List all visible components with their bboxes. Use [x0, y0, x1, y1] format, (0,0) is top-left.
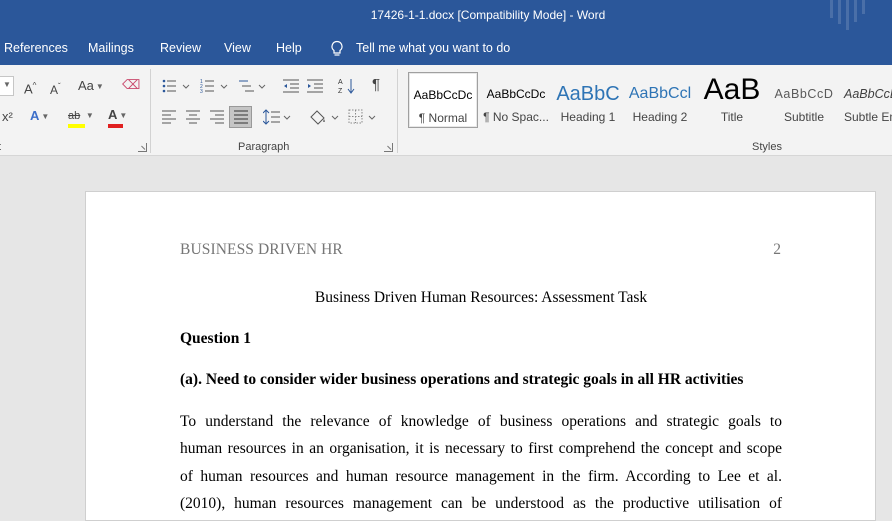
style-sample: AaBbCcDc: [413, 88, 473, 102]
page-number: 2: [773, 241, 781, 258]
group-divider: [150, 69, 151, 153]
line-spacing-icon[interactable]: [263, 109, 293, 125]
font-dialog-launcher-icon[interactable]: [138, 143, 147, 152]
tab-references[interactable]: References: [4, 41, 68, 55]
style-name: Subtle Em: [844, 110, 892, 124]
highlight-button[interactable]: ab ▼: [68, 107, 94, 124]
body-text-line: human resources in an organisation, it i…: [180, 440, 782, 457]
style-name: ¶ No Spac...: [483, 110, 549, 124]
multilevel-list-icon[interactable]: [238, 78, 268, 94]
bullets-icon[interactable]: [162, 78, 192, 94]
align-center-icon[interactable]: [185, 110, 201, 124]
body-text-line: To understand the relevance of knowledge…: [180, 413, 782, 430]
numbering-icon[interactable]: 123: [200, 78, 230, 94]
paragraph-group-label: Paragraph: [238, 141, 290, 153]
highlight-color-swatch: [68, 124, 85, 128]
tab-view[interactable]: View: [224, 41, 251, 55]
chevron-down-icon: ▼: [41, 111, 50, 121]
align-right-icon[interactable]: [209, 110, 225, 124]
change-case-button[interactable]: Aa ▼: [78, 78, 104, 95]
styles-gallery: AaBbCcDc ¶ Normal AaBbCcDc ¶ No Spac... …: [406, 72, 892, 130]
svg-text:Z: Z: [338, 88, 343, 95]
chevron-down-icon: ▼: [119, 110, 128, 120]
style-subtitle[interactable]: AaBbCcD Subtitle: [768, 72, 840, 128]
style-heading-2[interactable]: AaBbCcl Heading 2: [624, 72, 696, 128]
grow-font-button[interactable]: A^: [24, 78, 36, 97]
style-sample: AaBbCcD: [774, 87, 834, 101]
tab-help[interactable]: Help: [276, 41, 302, 55]
font-size-dropdown[interactable]: ▼: [0, 76, 14, 96]
font-color-button[interactable]: A ▼: [108, 107, 127, 124]
body-text-line: of human resources and human resource ma…: [180, 468, 782, 485]
title-bar-decoration: [830, 0, 865, 30]
svg-text:A: A: [338, 79, 343, 86]
ribbon-tab-bar: References Mailings Review View Help Tel…: [0, 33, 892, 65]
group-divider: [397, 69, 398, 153]
borders-icon[interactable]: [348, 108, 380, 126]
ribbon: ▼ A^ Aˇ Aa▼ ⌫ x² A▼ ab ▼ A▼ t 123: [0, 65, 892, 156]
chevron-down-icon: ▼: [3, 80, 11, 89]
tab-mailings[interactable]: Mailings: [88, 41, 134, 55]
question-heading: Question 1: [180, 330, 252, 347]
style-title[interactable]: AaB Title: [696, 72, 768, 128]
style-sample: AaBbC: [556, 83, 620, 105]
style-sample: AaB: [703, 74, 761, 106]
lightbulb-icon[interactable]: [329, 40, 345, 58]
show-formatting-marks-button[interactable]: ¶: [372, 77, 380, 93]
style-sample: AaBbCcDc: [486, 87, 546, 101]
svg-text:3: 3: [200, 89, 203, 94]
style-name: Heading 2: [632, 110, 688, 124]
font-color-swatch: [108, 124, 123, 128]
document-title: Business Driven Human Resources: Assessm…: [314, 289, 648, 306]
tab-review[interactable]: Review: [160, 41, 201, 55]
styles-group-label: Styles: [752, 141, 782, 153]
justify-button[interactable]: [229, 106, 252, 128]
chevron-down-icon: ▼: [95, 81, 104, 91]
running-head: BUSINESS DRIVEN HR: [180, 241, 343, 258]
style-name: ¶ Normal: [418, 111, 468, 125]
document-canvas: BUSINESS DRIVEN HR 2 Business Driven Hum…: [0, 156, 892, 521]
clear-formatting-icon[interactable]: ⌫: [122, 77, 140, 93]
style-no-spacing[interactable]: AaBbCcDc ¶ No Spac...: [480, 72, 552, 128]
style-heading-1[interactable]: AaBbC Heading 1: [552, 72, 624, 128]
increase-indent-icon[interactable]: [306, 78, 324, 94]
style-normal[interactable]: AaBbCcDc ¶ Normal: [408, 72, 478, 128]
style-sample: AaBbCcD: [844, 87, 892, 101]
chevron-down-icon: ▼: [85, 110, 94, 120]
superscript-button[interactable]: x²: [2, 109, 13, 125]
title-bar: 17426-1-1.docx [Compatibility Mode] - Wo…: [0, 0, 892, 33]
document-page[interactable]: BUSINESS DRIVEN HR 2 Business Driven Hum…: [85, 191, 876, 521]
style-sample: AaBbCcl: [628, 85, 692, 102]
font-group-label: t: [0, 141, 1, 153]
window-title: 17426-1-1.docx [Compatibility Mode] - Wo…: [370, 8, 606, 22]
body-text-line: (2010), human resources management can b…: [180, 495, 782, 512]
tell-me-search[interactable]: Tell me what you want to do: [356, 41, 510, 55]
text-effects-button[interactable]: A ▼: [30, 108, 49, 125]
style-name: Heading 1: [560, 110, 616, 124]
shrink-font-button[interactable]: Aˇ: [50, 79, 61, 98]
style-name: Title: [720, 110, 744, 124]
decrease-indent-icon[interactable]: [282, 78, 300, 94]
align-left-icon[interactable]: [161, 110, 177, 124]
style-name: Subtitle: [783, 110, 825, 124]
shading-icon[interactable]: [308, 108, 340, 126]
justify-icon: [234, 110, 248, 124]
sort-icon[interactable]: AZ: [338, 77, 356, 95]
style-subtle-emphasis[interactable]: AaBbCcD Subtle Em: [840, 72, 892, 128]
subheading: (a). Need to consider wider business ope…: [180, 371, 744, 388]
paragraph-dialog-launcher-icon[interactable]: [384, 143, 393, 152]
